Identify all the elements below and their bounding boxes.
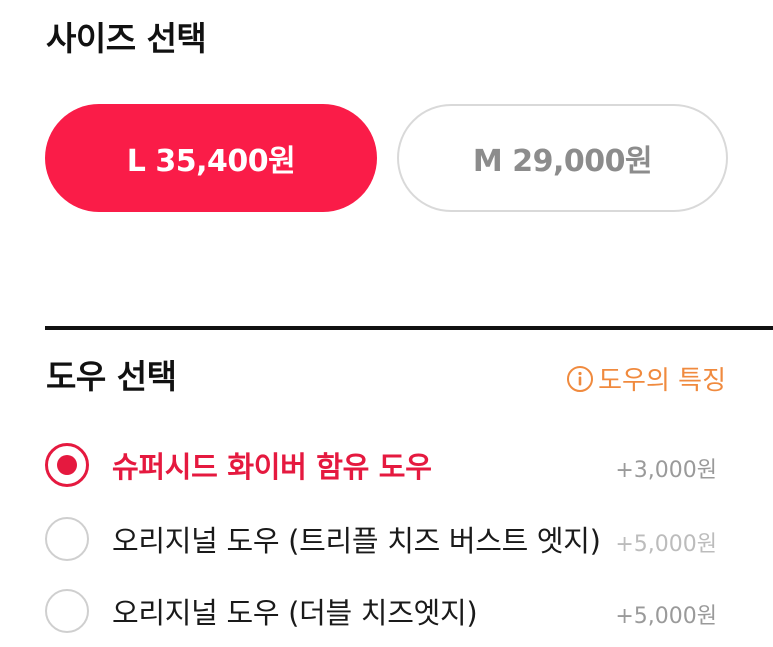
size-option-l-button[interactable]: L 35,400원 [45, 104, 377, 212]
dough-option-label: 오리지널 도우 (트리플 치즈 버스트 엣지) [112, 524, 601, 558]
dough-option-price: +5,000원 [615, 532, 717, 557]
radio-button[interactable] [45, 517, 89, 561]
radio-button[interactable] [45, 589, 89, 633]
dough-section-title: 도우 선택 [46, 357, 177, 396]
dough-option-original-triple-cheese[interactable]: +5,000원 오리지널 도우 (트리플 치즈 버스트 엣지) [45, 514, 717, 564]
dough-option-label: 오리지널 도우 (더블 치즈엣지) [112, 596, 478, 630]
dough-option-price: +5,000원 [615, 604, 717, 629]
dough-option-price: +3,000원 [615, 458, 717, 483]
dough-option-superseed[interactable]: 슈퍼시드 화이버 함유 도우 +3,000원 [45, 440, 717, 490]
info-icon [566, 365, 594, 393]
dough-info-link[interactable]: 도우의 특징 [566, 360, 726, 397]
size-option-m-button[interactable]: M 29,000원 [397, 104, 728, 212]
section-divider [45, 326, 773, 330]
dough-option-label: 슈퍼시드 화이버 함유 도우 [112, 450, 432, 484]
size-section-title: 사이즈 선택 [46, 19, 207, 58]
radio-button-checked[interactable] [45, 443, 89, 487]
dough-option-original-double-cheese[interactable]: 오리지널 도우 (더블 치즈엣지) +5,000원 [45, 586, 717, 636]
dough-info-label: 도우의 특징 [598, 366, 726, 396]
